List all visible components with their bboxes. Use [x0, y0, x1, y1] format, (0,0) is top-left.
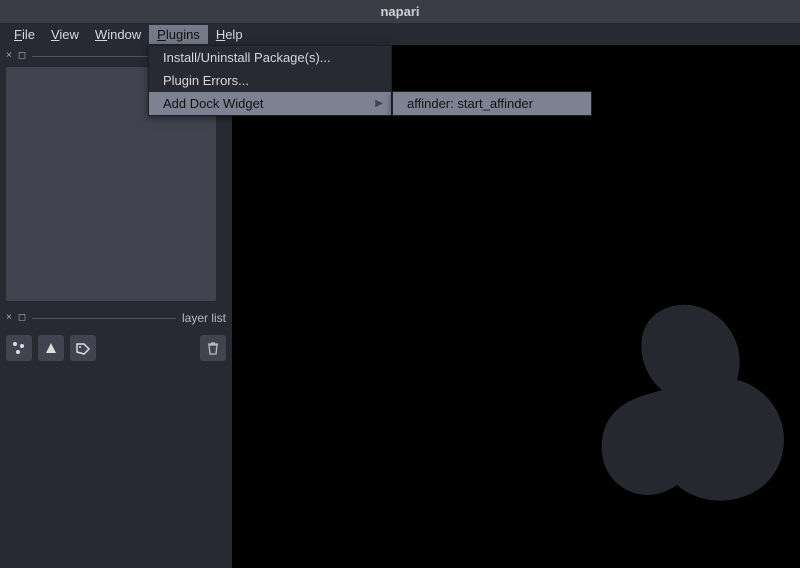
- delete-layer-button[interactable]: [200, 335, 226, 361]
- add-dock-widget-submenu: affinder: start_affinder: [392, 91, 592, 116]
- divider: [32, 318, 176, 319]
- left-sidebar: × ◻ layer controls × ◻ layer list: [0, 45, 232, 568]
- plugins-dropdown: Install/Uninstall Package(s)... Plugin E…: [148, 45, 392, 116]
- window-titlebar: napari: [0, 0, 800, 23]
- new-labels-layer-button[interactable]: [70, 335, 96, 361]
- undock-icon[interactable]: ◻: [18, 51, 26, 61]
- new-shapes-layer-button[interactable]: [38, 335, 64, 361]
- submenu-item-affinder[interactable]: affinder: start_affinder: [393, 92, 591, 115]
- menu-item-plugin-errors[interactable]: Plugin Errors...: [149, 69, 391, 92]
- menu-item-add-dock-widget[interactable]: Add Dock Widget ▶: [149, 92, 391, 115]
- layer-list-header: × ◻ layer list: [6, 311, 226, 325]
- menu-help[interactable]: Help: [208, 25, 251, 44]
- menu-view[interactable]: View: [43, 25, 87, 44]
- layer-list-toolbar: [6, 335, 226, 361]
- shapes-icon: [43, 340, 59, 356]
- spacer: [102, 335, 194, 361]
- menu-item-install-uninstall[interactable]: Install/Uninstall Package(s)...: [149, 46, 391, 69]
- layer-list-label: layer list: [182, 311, 226, 325]
- close-icon[interactable]: ×: [6, 51, 12, 61]
- trash-icon: [205, 340, 221, 356]
- close-icon[interactable]: ×: [6, 313, 12, 323]
- new-points-layer-button[interactable]: [6, 335, 32, 361]
- napari-logo-silhouette: [592, 300, 792, 510]
- canvas-viewer[interactable]: [232, 45, 800, 568]
- divider: [32, 56, 148, 57]
- undock-icon[interactable]: ◻: [18, 313, 26, 323]
- submenu-arrow-icon: ▶: [375, 98, 383, 109]
- menu-plugins[interactable]: Plugins: [149, 25, 208, 44]
- menubar: File View Window Plugins Help: [0, 23, 800, 45]
- labels-icon: [75, 340, 91, 356]
- menu-window[interactable]: Window: [87, 25, 149, 44]
- menu-file[interactable]: File: [6, 25, 43, 44]
- window-title: napari: [380, 4, 419, 19]
- points-icon: [11, 340, 27, 356]
